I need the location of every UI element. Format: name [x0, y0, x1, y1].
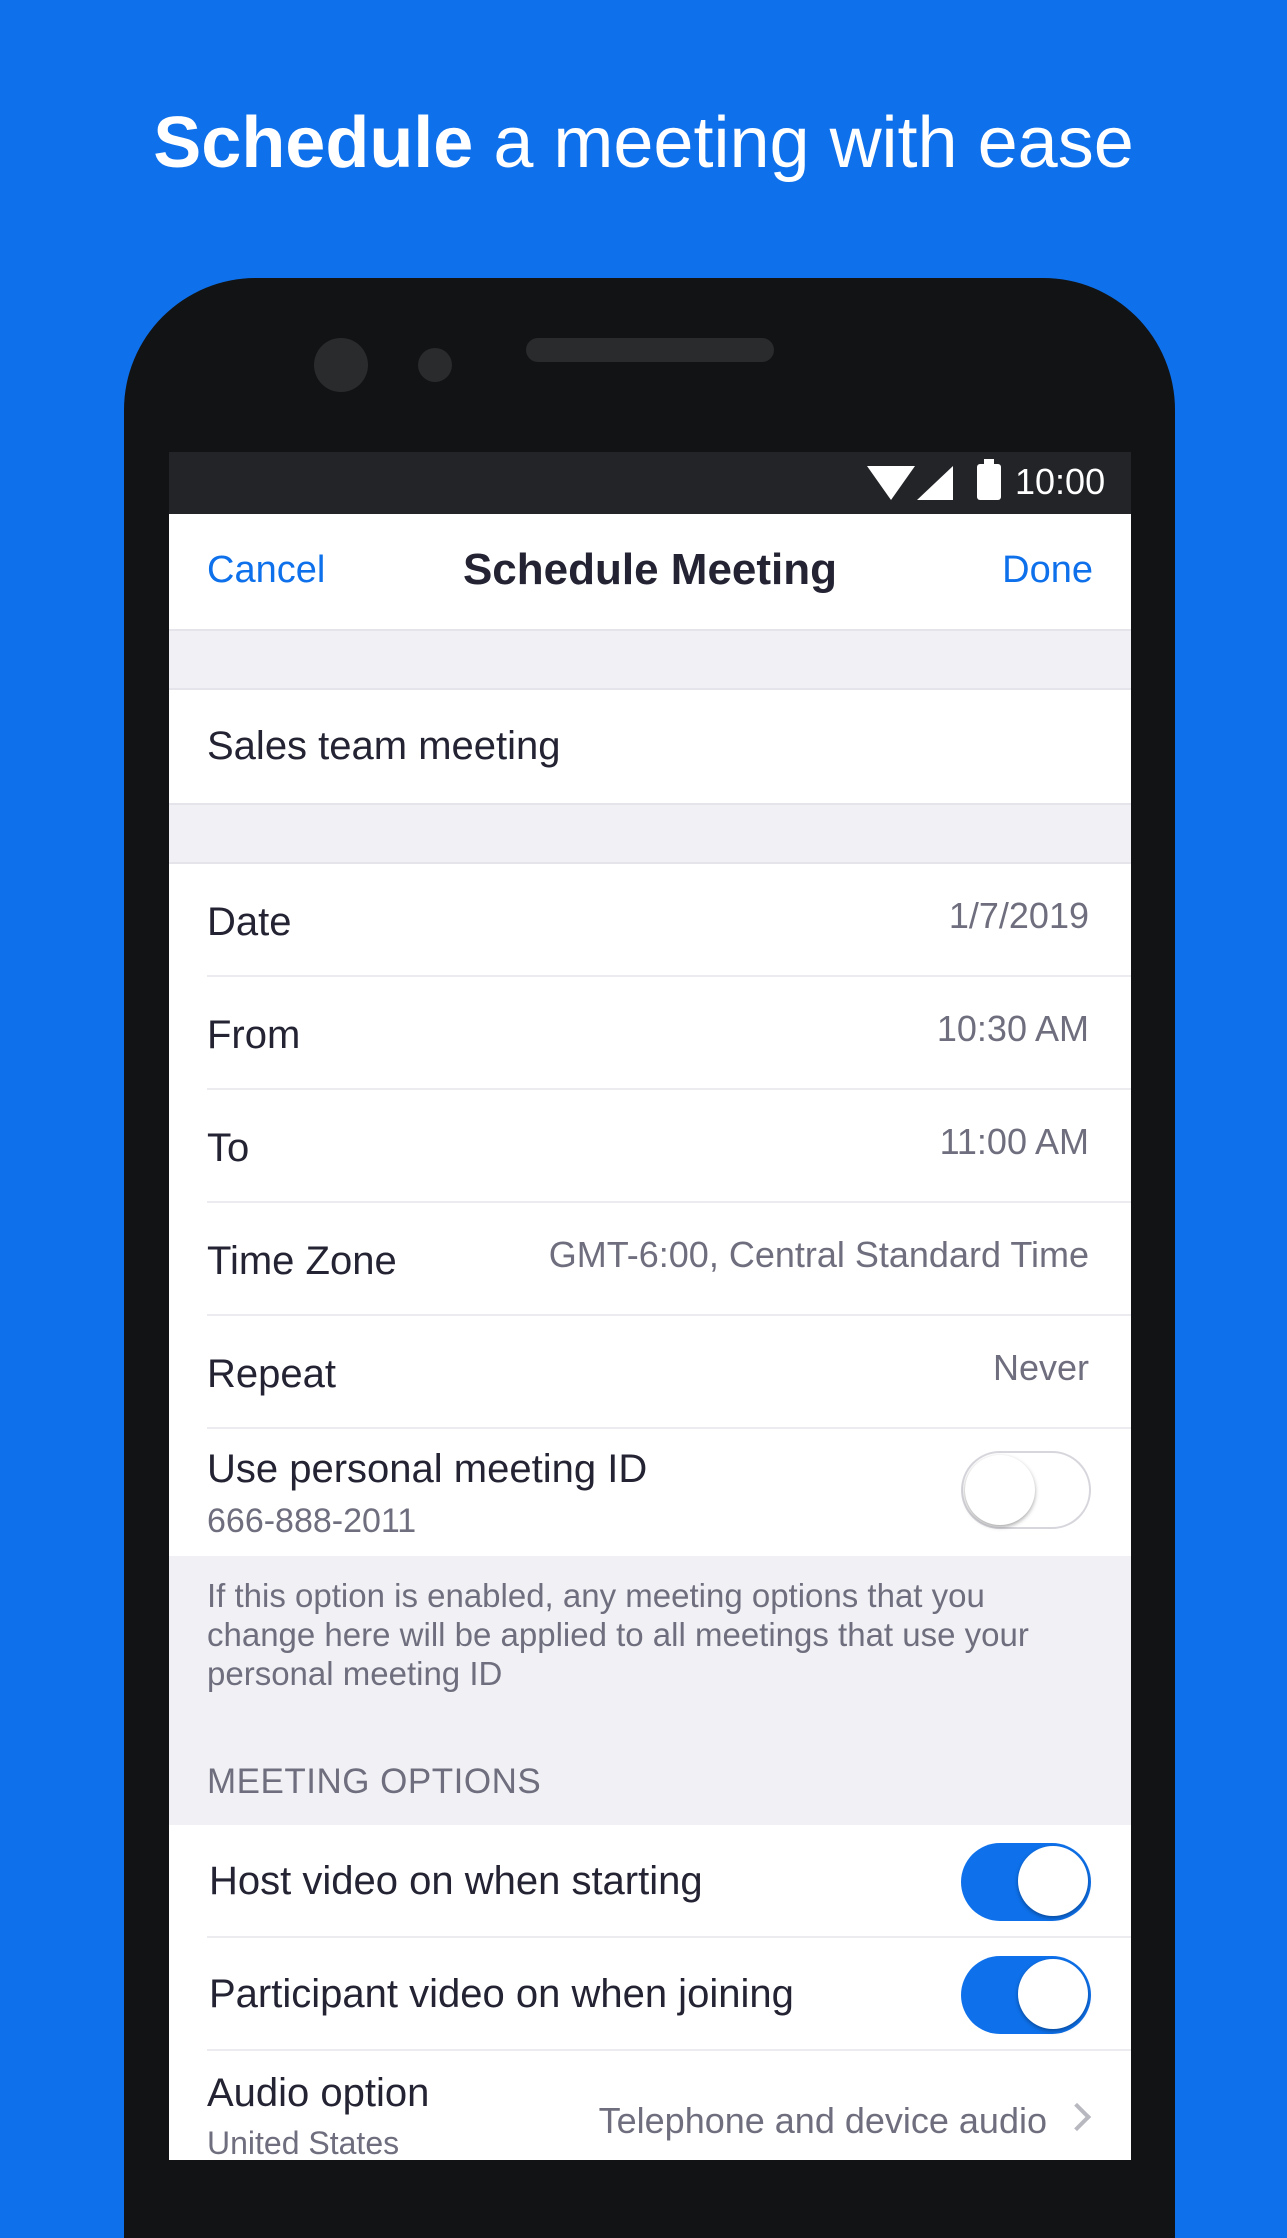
from-label: From	[207, 1013, 301, 1057]
front-camera-icon	[314, 338, 368, 392]
meeting-options-header: MEETING OPTIONS	[207, 1762, 542, 1801]
chevron-right-icon	[1062, 2102, 1092, 2132]
signal-icon	[917, 466, 953, 500]
time-zone-label: Time Zone	[207, 1239, 397, 1283]
topic-section	[169, 688, 1131, 805]
date-label: Date	[207, 900, 292, 944]
date-row[interactable]: Date 1/7/2019	[169, 864, 1131, 977]
to-row[interactable]: To 11:00 AM	[169, 1090, 1131, 1203]
personal-meeting-id-toggle[interactable]	[961, 1451, 1091, 1529]
audio-option-label: Audio option	[207, 2071, 430, 2115]
sensor-icon	[418, 348, 452, 382]
audio-option-region: United States	[207, 2125, 400, 2160]
audio-option-value: Telephone and device audio	[598, 2100, 1047, 2141]
from-value: 10:30 AM	[936, 1008, 1089, 1049]
status-bar: 10:00	[169, 452, 1131, 514]
time-zone-row[interactable]: Time Zone GMT-6:00, Central Standard Tim…	[169, 1203, 1131, 1316]
repeat-label: Repeat	[207, 1352, 336, 1396]
toggle-knob	[965, 1455, 1035, 1525]
headline: Schedule a meeting with ease	[0, 98, 1287, 188]
wifi-icon	[867, 466, 915, 500]
host-video-toggle[interactable]	[961, 1843, 1091, 1921]
host-video-row: Host video on when starting	[169, 1825, 1131, 1938]
host-video-label: Host video on when starting	[209, 1859, 703, 1903]
to-label: To	[207, 1126, 250, 1170]
personal-meeting-id-number: 666-888-2011	[207, 1502, 417, 1540]
audio-option-row[interactable]: Audio option United States Telephone and…	[169, 2051, 1131, 2160]
repeat-row[interactable]: Repeat Never	[169, 1316, 1131, 1429]
headline-bold: Schedule	[153, 103, 474, 183]
phone-screen: 10:00 Cancel Schedule Meeting Done Date …	[169, 452, 1131, 2160]
schedule-details: Date 1/7/2019 From 10:30 AM To 11:00 AM …	[169, 862, 1131, 1556]
to-value: 11:00 AM	[939, 1121, 1089, 1162]
date-value: 1/7/2019	[948, 895, 1089, 936]
battery-icon	[977, 459, 1001, 500]
from-row[interactable]: From 10:30 AM	[169, 977, 1131, 1090]
cancel-button[interactable]: Cancel	[207, 544, 325, 596]
personal-meeting-id-row: Use personal meeting ID 666-888-2011	[169, 1429, 1131, 1556]
meeting-topic-input[interactable]	[207, 716, 1087, 776]
done-button[interactable]: Done	[1002, 544, 1093, 596]
toggle-knob	[1018, 1959, 1088, 2029]
speaker-grille	[526, 338, 774, 362]
meeting-options-section: Host video on when starting Participant …	[169, 1825, 1131, 2160]
repeat-value: Never	[992, 1347, 1089, 1388]
headline-rest: a meeting with ease	[473, 103, 1134, 183]
personal-meeting-id-label: Use personal meeting ID	[207, 1447, 648, 1491]
participant-video-row: Participant video on when joining	[169, 1938, 1131, 2051]
time-zone-value: GMT-6:00, Central Standard Time	[548, 1234, 1089, 1275]
participant-video-toggle[interactable]	[961, 1956, 1091, 2034]
toggle-knob	[1018, 1846, 1088, 1916]
personal-meeting-id-note: If this option is enabled, any meeting o…	[207, 1577, 1029, 1692]
navigation-bar: Cancel Schedule Meeting Done	[169, 514, 1131, 631]
status-time: 10:00	[1015, 461, 1106, 502]
participant-video-label: Participant video on when joining	[209, 1972, 794, 2016]
